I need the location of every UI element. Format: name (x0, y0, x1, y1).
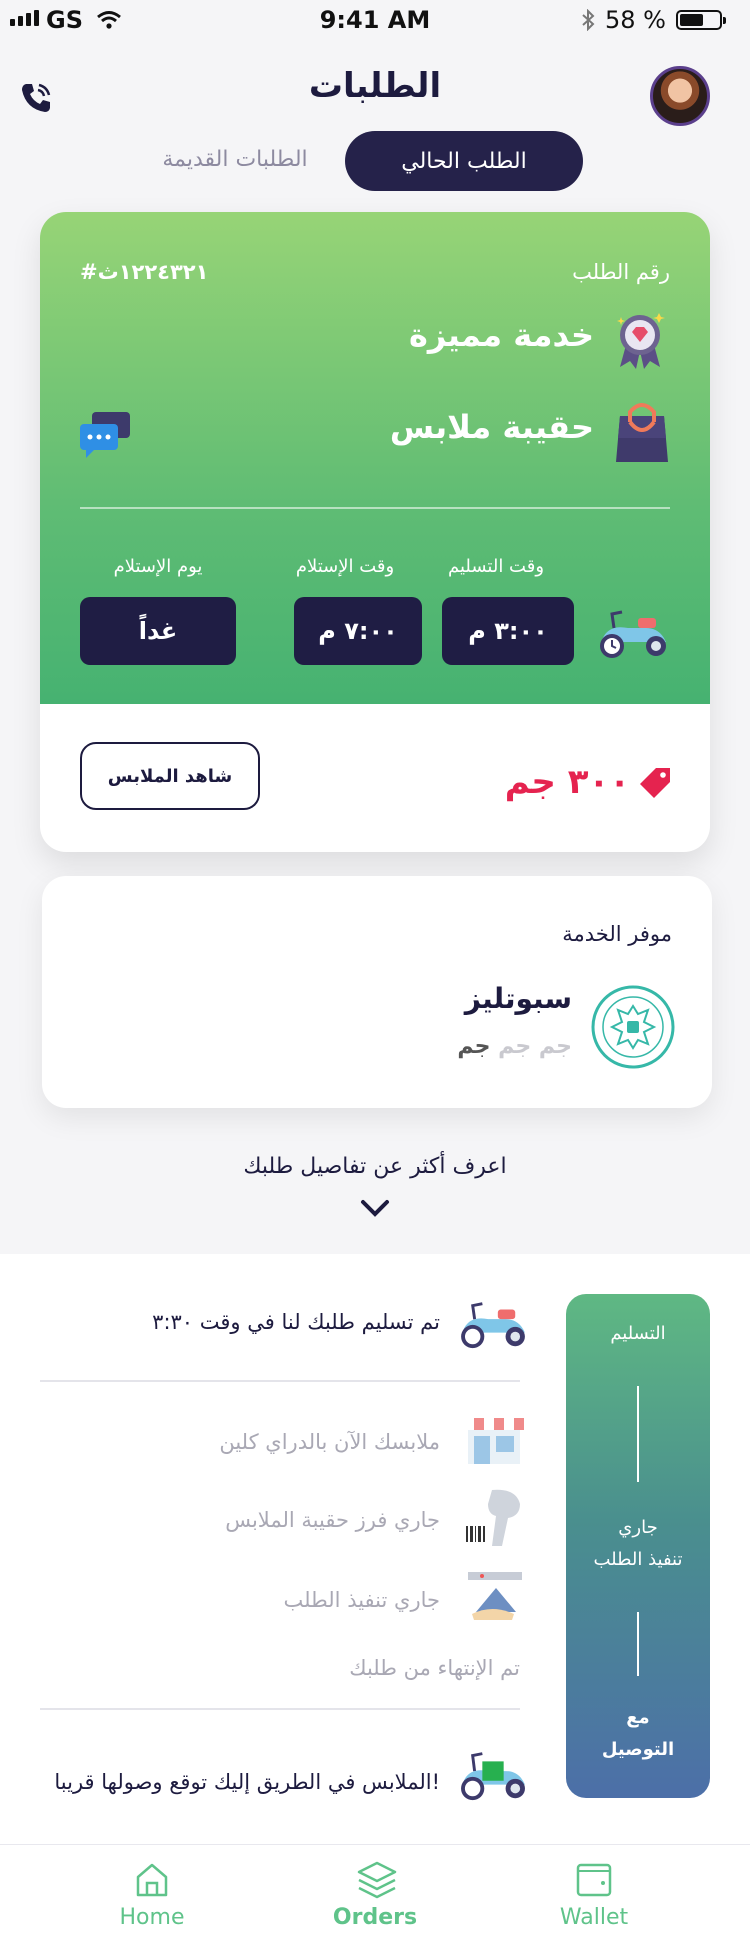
tracking-step: جاري فرز حقيبة الملابس (225, 1508, 440, 1532)
service-type: خدمة مميزة (408, 316, 594, 354)
timeline-connector (637, 1386, 639, 1482)
barcode-scanner-icon (466, 1489, 520, 1546)
ironing-icon (468, 1572, 522, 1620)
tracking-step: ملابسك الآن بالدراي كلين (219, 1430, 440, 1454)
provider-card[interactable]: موفر الخدمة سبوتليز جم جم جم (42, 876, 712, 1108)
order-price: ٣٠٠ جم (504, 762, 630, 802)
pickup-day-value: غداً (80, 597, 236, 665)
view-clothes-button[interactable]: شاهد الملابس (80, 742, 260, 810)
premium-medal-icon (617, 313, 665, 369)
order-card: رقم الطلب #١٢٢٤٣٢١ث خدمة مميزة حقيبة ملا… (40, 212, 710, 852)
order-summary-panel: رقم الطلب #١٢٢٤٣٢١ث خدمة مميزة حقيبة ملا… (40, 212, 710, 704)
timeline-stage-shipping-2: التوصيل (601, 1739, 675, 1760)
tab-wallet[interactable]: Wallet (504, 1845, 684, 1941)
price-level: جم جم جم (457, 1034, 572, 1059)
scooter-icon (600, 610, 666, 658)
status-bar: GS 9:41 AM 58 % (0, 0, 750, 40)
price-tag-icon (640, 768, 670, 798)
tab-orders[interactable]: Orders (285, 1845, 465, 1941)
price-level-inactive: جم جم (498, 1034, 572, 1059)
tracking-step: تم تسليم طلبك لنا في وقت ٣:٣٠ (152, 1310, 440, 1334)
pickup-time-value: ٧:٠٠ م (294, 597, 422, 665)
dry-cleaner-shop-icon (464, 1418, 524, 1464)
chat-icon[interactable] (78, 410, 132, 460)
tab-orders-label: Orders (332, 1905, 418, 1930)
timeline-stage-shipping-1: مع (626, 1707, 650, 1728)
tracking-step: جاري تنفيذ الطلب (283, 1588, 440, 1612)
pickup-time-label: وقت الإستلام (295, 556, 395, 577)
bluetooth-icon (582, 9, 595, 31)
provider-logo-icon (591, 985, 675, 1069)
delivery-time-label: وقت التسليم (447, 556, 545, 577)
timeline-connector (637, 1612, 639, 1676)
timeline-stage-in-progress-2: تنفيذ الطلب (593, 1549, 683, 1570)
battery-percent: 58 % (605, 6, 666, 34)
tab-current-order[interactable]: الطلب الحالي (345, 131, 583, 191)
order-number-label: رقم الطلب (572, 260, 670, 284)
provider-name: سبوتليز (464, 982, 572, 1015)
pickup-day-label: يوم الإستلام (113, 556, 203, 577)
tracking-timeline: التسليم جاري تنفيذ الطلب مع التوصيل (566, 1294, 710, 1798)
order-number: #١٢٢٤٣٢١ث (80, 260, 209, 284)
divider (80, 507, 670, 509)
delivery-scooter-icon (461, 1752, 525, 1801)
tab-home-label: Home (119, 1905, 185, 1930)
divider (40, 1708, 520, 1710)
clothes-bag-icon (616, 403, 668, 462)
timeline-stage-in-progress-1: جاري (618, 1517, 658, 1538)
chevron-down-icon[interactable] (357, 1196, 393, 1220)
tab-wallet-label: Wallet (559, 1905, 629, 1930)
provider-label: موفر الخدمة (562, 922, 672, 946)
tab-home[interactable]: Home (62, 1845, 242, 1941)
price-level-active: جم (457, 1034, 491, 1059)
delivery-time-value: ٣:٠٠ م (442, 597, 574, 665)
scooter-icon (461, 1302, 525, 1349)
bag-type: حقيبة ملابس (389, 408, 594, 446)
page-title: الطلبات (308, 66, 442, 106)
layers-icon (357, 1861, 397, 1899)
battery-icon (676, 10, 726, 30)
timeline-stage-delivery: التسليم (610, 1323, 666, 1344)
wallet-icon (576, 1863, 612, 1897)
tracking-step: تم الإنتهاء من طلبك (349, 1656, 520, 1680)
bottom-tab-bar: Home Orders Wallet (0, 1844, 750, 1941)
avatar[interactable] (650, 66, 710, 126)
home-icon (136, 1863, 168, 1897)
tracking-step: الملابس في الطريق إليك توقع وصولها قريبا… (54, 1770, 440, 1794)
more-details-link[interactable]: اعرف أكثر عن تفاصيل طلبك (0, 1154, 750, 1179)
divider (40, 1380, 520, 1382)
tab-old-orders[interactable]: الطلبات القديمة (150, 147, 320, 172)
